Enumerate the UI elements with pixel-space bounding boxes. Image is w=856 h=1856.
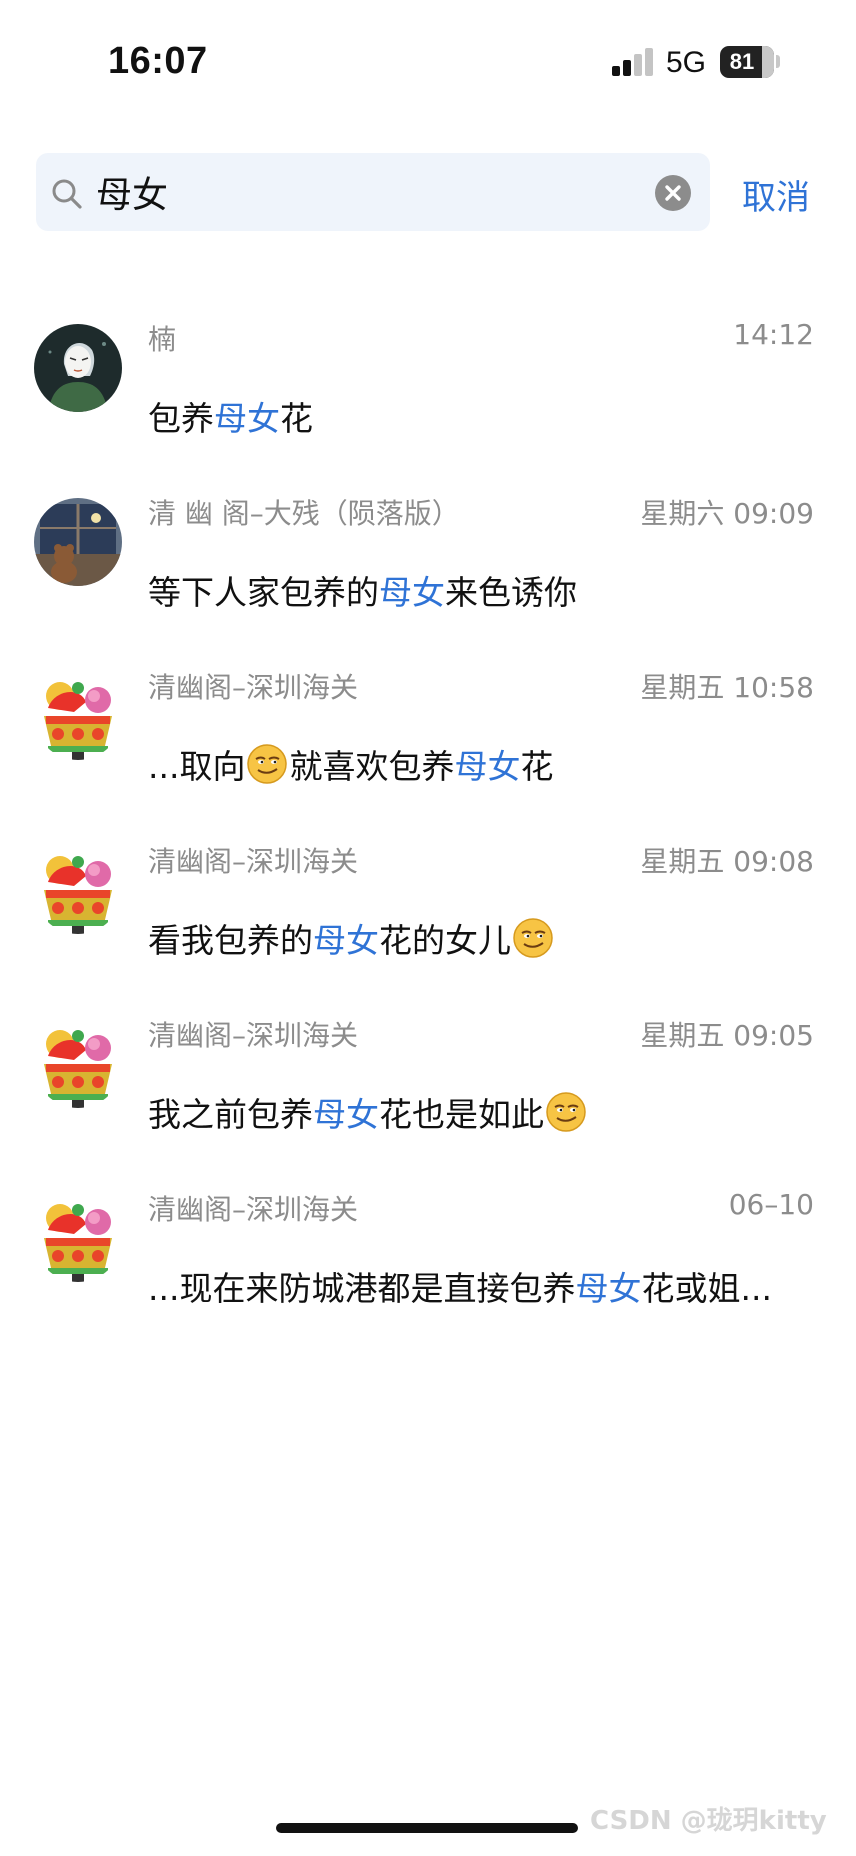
search-icon (52, 179, 82, 209)
network-type: 5G (666, 46, 707, 79)
keyword-highlight: 母女 (575, 1269, 642, 1308)
signal-bar (623, 60, 631, 76)
message-snippet: ...现在来防城港都是直接包养 母女 花或姐... (148, 1262, 772, 1310)
message-timestamp: 星期五 09:08 (640, 845, 814, 878)
masked-character-avatar[interactable] (34, 324, 122, 412)
snippet-text: 看我包养的 (148, 921, 313, 960)
sender-name: 清幽阁–深圳海关 (148, 671, 359, 704)
message-snippet: 看我包养的 母女 花的女儿 (148, 914, 555, 962)
snippet-text: 来色诱你 (445, 573, 577, 612)
message-snippet: 等下人家包养的 母女 来色诱你 (148, 566, 577, 614)
fortune-basket-avatar[interactable] (34, 1020, 122, 1108)
keyword-highlight: 母女 (454, 747, 521, 786)
snippet-text: 花或姐... (641, 1269, 772, 1308)
clear-search-button[interactable] (655, 175, 691, 211)
status-time: 16:07 (108, 40, 208, 82)
signal-bar (634, 54, 642, 76)
signal-bar (645, 48, 653, 76)
search-input[interactable] (96, 167, 636, 217)
battery-level: 81 (729, 49, 755, 74)
cancel-button[interactable]: 取消 (742, 170, 810, 219)
battery-icon: 81 (720, 46, 774, 78)
snippet-text: ...取向 (148, 747, 246, 786)
home-indicator[interactable] (276, 1823, 578, 1833)
signal-strength-icon (612, 48, 654, 76)
search-result-item[interactable]: 清幽阁–深圳海关 星期五 10:58 ...取向 就喜欢包养 母女花 (0, 654, 856, 828)
smirk-emoji (545, 1091, 587, 1133)
snippet-text: 花 (280, 399, 313, 438)
watermark: CSDN @珑玥kitty (590, 1806, 827, 1836)
message-timestamp: 06–10 (728, 1188, 814, 1221)
message-timestamp: 星期六 09:09 (640, 497, 814, 530)
snippet-text: 花 (520, 747, 554, 786)
search-result-item[interactable]: 清幽阁–深圳海关 星期五 09:05 我之前包养 母女 花也是如此 (0, 1002, 856, 1176)
fortune-basket-avatar[interactable] (34, 1194, 122, 1282)
night-window-avatar[interactable] (34, 498, 122, 586)
search-result-item[interactable]: 清幽阁–深圳海关 星期五 09:08 看我包养的 母女 花的女儿 (0, 828, 856, 1002)
sender-name: 清幽阁–深圳海关 (148, 845, 359, 878)
message-snippet: ...取向 就喜欢包养 母女花 (148, 740, 553, 788)
keyword-highlight: 母女 (313, 1095, 379, 1134)
sender-name: 清幽阁–深圳海关 (148, 1019, 359, 1052)
message-timestamp: 星期五 09:05 (640, 1019, 814, 1052)
keyword-highlight: 母女 (313, 921, 379, 960)
search-result-item[interactable]: 清幽阁–深圳海关 06–10 ...现在来防城港都是直接包养 母女 花或姐... (0, 1176, 856, 1350)
sender-name: 清幽阁–深圳海关 (148, 1193, 359, 1226)
snippet-text: 包养 (148, 399, 214, 438)
message-snippet: 我之前包养 母女 花也是如此 (148, 1088, 588, 1136)
search-result-item[interactable]: 楠 14:12 包养 母女花 (0, 306, 856, 480)
search-result-item[interactable]: 清 幽 阁–大残（陨落版） 星期六 09:09 等下人家包养的 母女 来色诱你 (0, 480, 856, 654)
fortune-basket-avatar[interactable] (34, 846, 122, 934)
smirk-emoji (246, 743, 288, 785)
snippet-text: 就喜欢包养 (289, 747, 455, 786)
message-snippet: 包养 母女花 (148, 392, 313, 440)
keyword-highlight: 母女 (379, 573, 445, 612)
sender-name: 清 幽 阁–大残（陨落版） (148, 497, 460, 530)
status-bar: 16:07 5G 81 (0, 0, 856, 120)
fortune-basket-avatar[interactable] (34, 672, 122, 760)
message-timestamp: 14:12 (733, 318, 814, 351)
snippet-text: 花也是如此 (379, 1095, 544, 1134)
snippet-text: 我之前包养 (148, 1095, 313, 1134)
close-icon (665, 185, 681, 201)
keyword-highlight: 母女 (214, 399, 280, 438)
signal-bar (612, 66, 620, 76)
search-box[interactable] (36, 153, 710, 231)
snippet-text: 花的女儿 (379, 921, 511, 960)
snippet-text: 等下人家包养的 (148, 573, 379, 612)
sender-name: 楠 (148, 323, 177, 356)
battery-tip (776, 55, 780, 68)
snippet-text: ...现在来防城港都是直接包养 (148, 1269, 576, 1308)
message-timestamp: 星期五 10:58 (640, 671, 814, 704)
smirk-emoji (512, 917, 554, 959)
